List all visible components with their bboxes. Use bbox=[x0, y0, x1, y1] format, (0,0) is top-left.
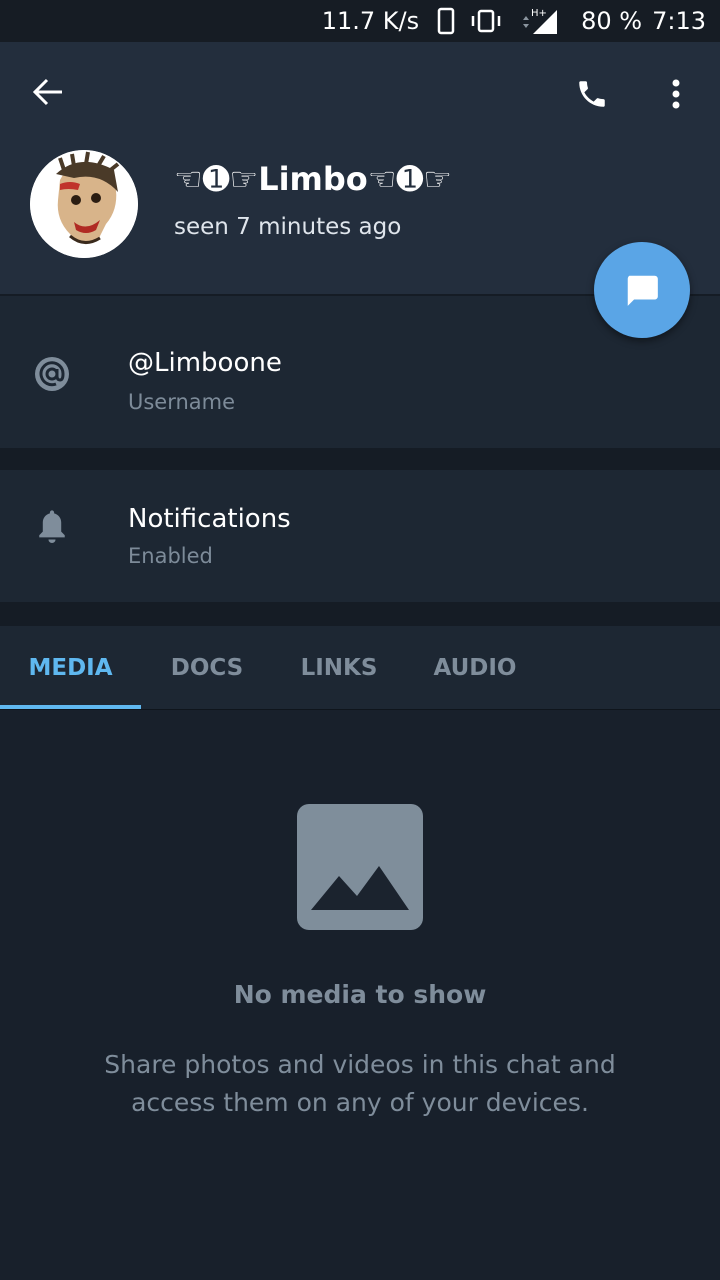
call-button[interactable] bbox=[570, 72, 614, 116]
clock: 7:13 bbox=[652, 7, 706, 35]
username-value: @Limboone bbox=[128, 348, 282, 378]
notifications-status: Enabled bbox=[128, 544, 213, 568]
phone-icon bbox=[579, 81, 605, 107]
tab-links[interactable]: LINKS bbox=[273, 626, 405, 710]
section-divider bbox=[0, 602, 720, 626]
username-label: Username bbox=[128, 390, 236, 414]
back-button[interactable] bbox=[26, 72, 70, 112]
tab-audio[interactable]: AUDIO bbox=[405, 626, 545, 710]
at-sign-icon bbox=[32, 354, 72, 394]
vibrate-icon bbox=[469, 8, 503, 34]
avatar[interactable] bbox=[30, 150, 138, 258]
phone-outline-icon bbox=[437, 7, 455, 35]
battery-level: 80 % bbox=[581, 7, 643, 35]
tab-media[interactable]: MEDIA bbox=[0, 626, 141, 710]
last-seen-status: seen 7 minutes ago bbox=[174, 214, 402, 240]
section-divider bbox=[0, 448, 720, 470]
empty-title: No media to show bbox=[233, 980, 487, 1009]
media-empty-state: No media to show Share photos and videos… bbox=[0, 710, 720, 1280]
chat-bubble-icon bbox=[627, 275, 658, 306]
empty-description: Share photos and videos in this chat and… bbox=[104, 1050, 616, 1117]
picture-icon bbox=[297, 804, 423, 930]
back-arrow-icon bbox=[32, 78, 62, 106]
more-vertical-icon bbox=[672, 79, 680, 109]
bell-icon bbox=[32, 506, 72, 546]
tab-docs[interactable]: DOCS bbox=[141, 626, 273, 710]
profile-screen: 11.7 K/s H+ 80 % 7:13 ☜➊☞Limbo☜➊☞ seen 7… bbox=[0, 0, 720, 1280]
send-message-button[interactable] bbox=[594, 242, 690, 338]
more-options-button[interactable] bbox=[656, 72, 696, 116]
active-tab-indicator bbox=[0, 705, 141, 709]
media-tabs: MEDIA DOCS LINKS AUDIO bbox=[0, 626, 720, 710]
notifications-row[interactable]: Notifications Enabled bbox=[0, 470, 720, 602]
network-type-label: H+ bbox=[531, 8, 547, 19]
status-bar: 11.7 K/s H+ 80 % 7:13 bbox=[0, 0, 720, 42]
notifications-title: Notifications bbox=[128, 504, 291, 534]
net-speed: 11.7 K/s bbox=[321, 7, 420, 35]
avatar-image bbox=[30, 150, 138, 258]
profile-name: ☜➊☞Limbo☜➊☞ bbox=[174, 160, 452, 198]
signal-icon: H+ bbox=[517, 6, 561, 36]
